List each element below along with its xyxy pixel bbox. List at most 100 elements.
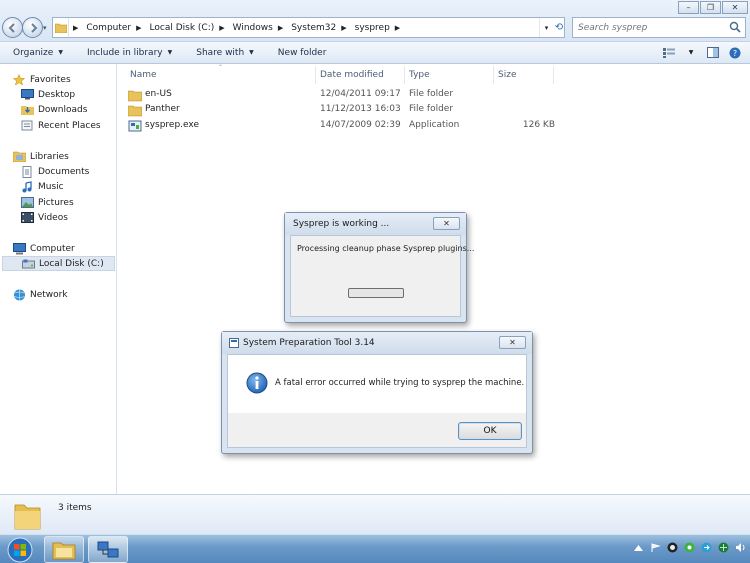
column-header-type[interactable]: Type [405,66,494,84]
breadcrumb: ▶ Computer ▶ Local Disk (C:) ▶ Windows ▶ Sy… [53,18,404,37]
antivirus-icon[interactable] [667,542,678,553]
include-in-library-button[interactable]: Include in library ▼ [74,42,183,64]
folder-icon [128,105,142,117]
system-tray [633,542,746,553]
file-row[interactable]: Panther 11/12/2013 16:03 File folder [128,103,568,118]
nav-favorites[interactable]: Favorites [12,72,71,87]
status-message: Processing cleanup phase Sysprep plugins… [297,244,475,253]
view-options-icon[interactable] [662,46,676,59]
nav-desktop[interactable]: Desktop [20,87,75,102]
close-button[interactable]: ✕ [722,1,748,14]
breadcrumb-windows[interactable]: Windows ▶ [229,18,288,37]
security-icon[interactable] [684,542,695,553]
nav-downloads[interactable]: Downloads [20,102,87,117]
column-header-date-modified[interactable]: Date modified [316,66,405,84]
show-hidden-icons-icon[interactable] [633,542,644,553]
breadcrumb-local-disk[interactable]: Local Disk (C:) ▶ [146,18,229,37]
breadcrumb-computer[interactable]: Computer ▶ [82,18,145,37]
refresh-icon[interactable]: ⟲ [553,18,565,37]
libraries-icon [12,150,26,163]
nav-documents[interactable]: Documents [20,164,89,179]
dialog-body: A fatal error occurred while trying to s… [227,354,527,448]
close-button[interactable]: ✕ [433,217,460,230]
taskbar [0,534,750,563]
chevron-right-icon: ▶ [136,23,142,32]
pictures-icon [20,196,34,209]
documents-icon [20,165,34,178]
sort-arrow-icon: ⌃ [218,64,224,71]
volume-icon[interactable] [735,542,746,553]
taskbar-sysprep[interactable] [88,536,128,563]
new-folder-button[interactable]: New folder [265,42,338,64]
details-pane: 3 items [0,494,750,534]
close-button[interactable]: ✕ [499,336,526,349]
downloads-icon [20,103,34,116]
navigation-pane: Favorites Desktop Downloads Recent Place… [0,64,117,494]
folder-icon [52,542,76,559]
column-header-size[interactable]: Size [494,66,554,84]
application-icon [229,338,239,348]
svg-text:?: ? [733,49,737,58]
items-count: 3 items [58,503,92,513]
ok-button[interactable]: OK [458,422,522,440]
recent-pages-dropdown[interactable]: ▾ [43,24,47,32]
chevron-right-icon: ▶ [219,23,225,32]
dialog-title: Sysprep is working ... [293,219,390,229]
message-area: A fatal error occurred while trying to s… [228,355,526,413]
folder-icon [53,18,69,37]
network-status-icon[interactable] [718,542,729,553]
arrow-right-icon [30,22,37,33]
music-icon [20,180,34,193]
recent-places-icon [20,119,34,132]
chevron-right-icon: ▶ [394,23,401,32]
forward-button[interactable] [22,17,43,38]
error-message: A fatal error occurred while trying to s… [275,378,525,388]
nav-local-disk[interactable]: Local Disk (C:) [2,256,115,271]
maximize-button[interactable]: ❐ [700,1,721,14]
nav-computer[interactable]: Computer [12,241,75,256]
breadcrumb-root-arrow[interactable]: ▶ [69,18,82,37]
nav-network[interactable]: Network [12,287,68,302]
nav-pictures[interactable]: Pictures [20,195,74,210]
star-icon [12,73,26,86]
sysprep-app-icon [97,541,119,557]
view-dropdown-icon[interactable]: ▼ [684,46,698,59]
address-dropdown[interactable]: ▾ [539,18,553,37]
back-button[interactable] [2,17,23,38]
arrow-left-icon [8,22,15,33]
nav-libraries[interactable]: Libraries [12,149,69,164]
progress-bar [348,288,404,298]
view-tools: ▼ ? [662,46,742,59]
file-row[interactable]: en-US 12/04/2011 09:17 File folder [128,88,568,103]
error-dialog: System Preparation Tool 3.14 ✕ A fatal e… [221,331,533,454]
search-input[interactable] [573,18,723,37]
file-row[interactable]: sysprep.exe 14/07/2009 02:39 Application… [128,119,568,134]
desktop-icon [20,88,34,101]
search-icon[interactable] [729,21,741,33]
windows-logo-icon [7,537,33,562]
taskbar-explorer[interactable] [44,536,84,563]
nav-recent-places[interactable]: Recent Places [20,118,101,133]
address-bar-row: – ❐ ✕ ▾ ▶ Computer ▶ Local Disk (C:) ▶ Win… [0,0,750,42]
minimize-button[interactable]: – [678,1,699,14]
nav-videos[interactable]: Videos [20,210,68,225]
chevron-right-icon: ▶ [277,23,284,32]
action-center-icon[interactable] [650,542,661,553]
search-box[interactable] [572,17,746,38]
chevron-right-icon: ▶ [341,23,347,32]
info-icon [246,372,268,394]
breadcrumb-sysprep[interactable]: sysprep ▶ [351,18,405,37]
start-button[interactable] [4,536,36,563]
help-icon[interactable]: ? [728,46,742,59]
folder-icon [128,90,142,102]
computer-icon [12,242,26,255]
application-icon [128,120,142,132]
organize-button[interactable]: Organize ▼ [0,42,74,64]
address-box[interactable]: ▶ Computer ▶ Local Disk (C:) ▶ Windows ▶ Sy… [52,17,565,38]
share-with-button[interactable]: Share with ▼ [183,42,265,64]
chevron-down-icon: ▼ [58,49,63,56]
nav-music[interactable]: Music [20,179,64,194]
breadcrumb-system32[interactable]: System32 ▶ [287,18,350,37]
preview-pane-icon[interactable] [706,46,720,59]
update-icon[interactable] [701,542,712,553]
